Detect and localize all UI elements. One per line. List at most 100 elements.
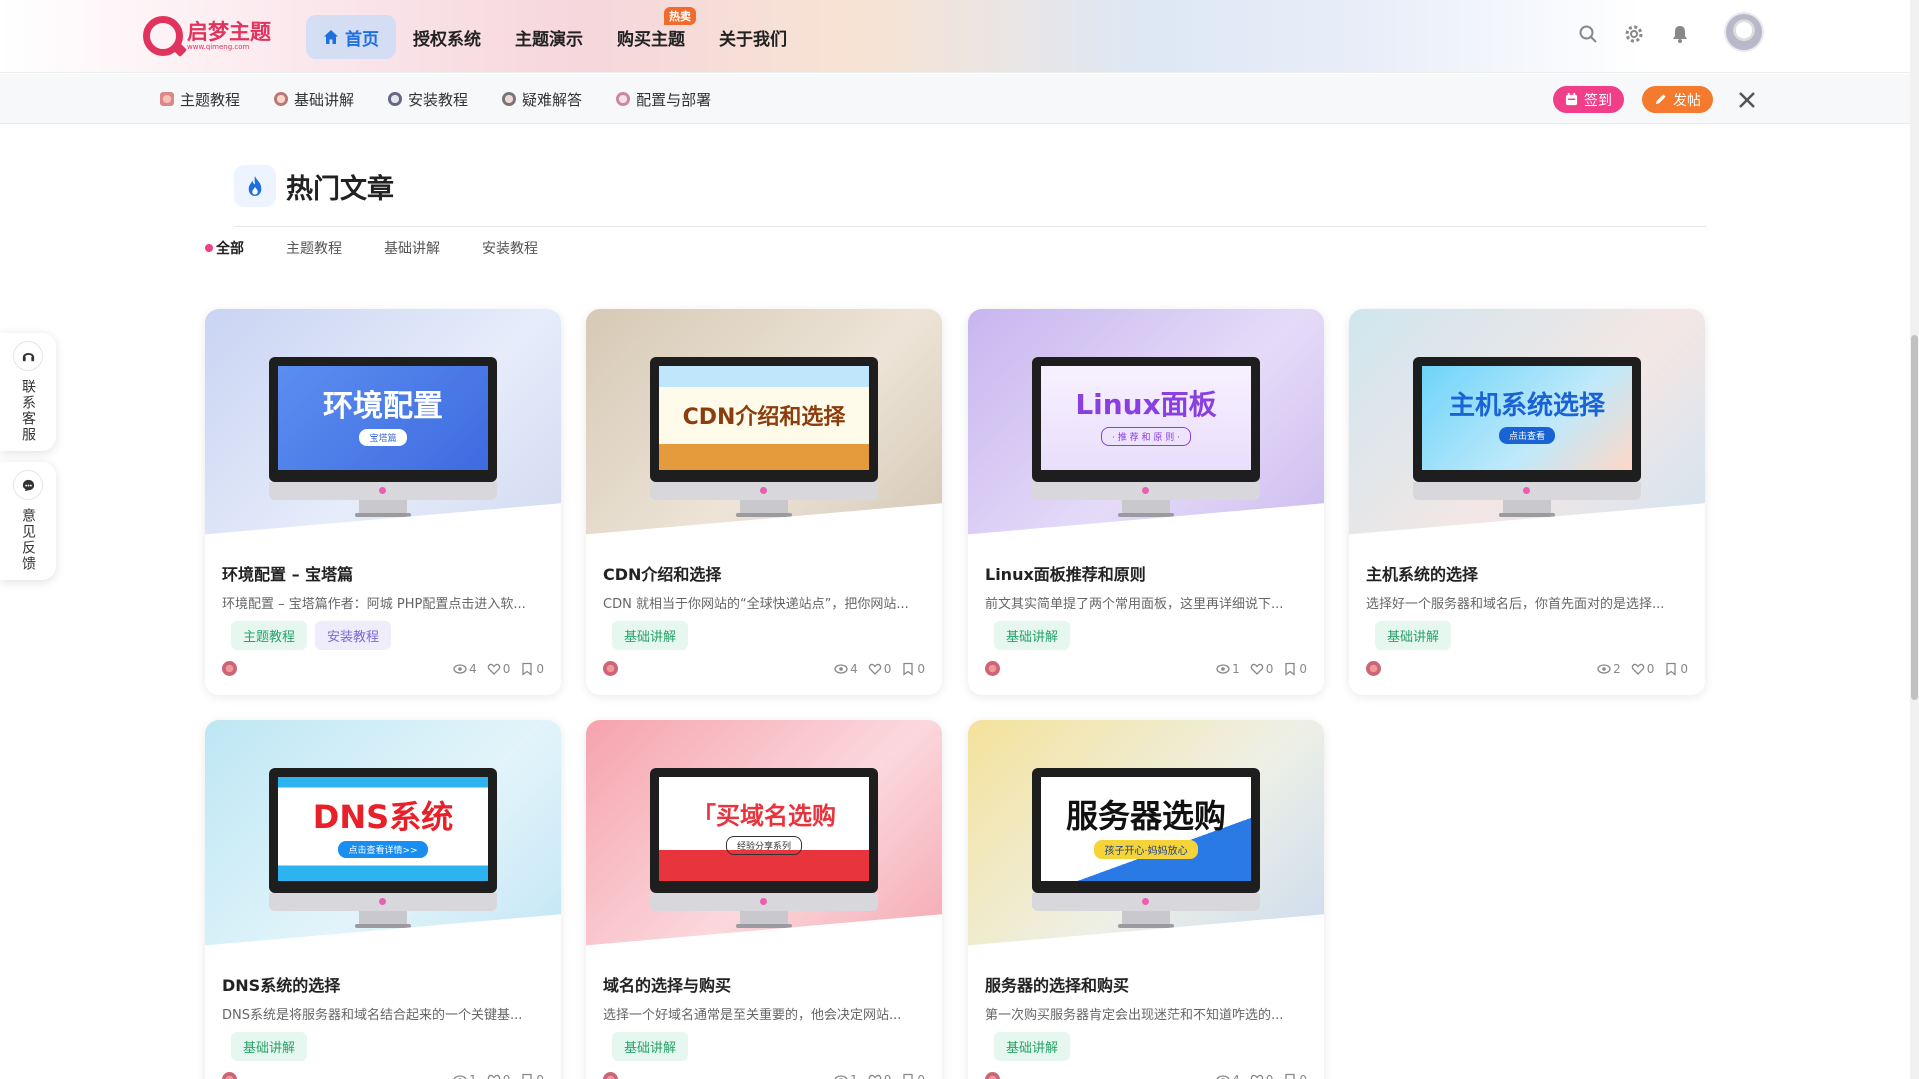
monitor-image: CDN介绍和选择 [650,357,878,482]
heart-icon[interactable] [868,662,882,676]
monitor-image: Linux面板 · 推 荐 和 原 则 · [1032,357,1260,482]
view-count: 1 [469,1073,477,1079]
bookmark-icon[interactable] [1283,1073,1297,1079]
like-count: 0 [883,661,892,676]
article-card[interactable]: 环境配置 宝塔篇 环境配置 – 宝塔篇 环境配置 – 宝塔篇作者：阿城 PHP配… [205,309,561,695]
nav-item-home[interactable]: 首页 [306,15,396,59]
filter-theme-tutorial[interactable]: 主题教程 [286,238,342,258]
close-icon[interactable] [1735,88,1759,112]
monitor-stand [1503,500,1551,514]
bookmark-icon[interactable] [520,1073,534,1079]
author-avatar[interactable] [603,1072,618,1079]
post-button[interactable]: 发帖 [1642,86,1713,113]
author-avatar[interactable] [222,661,237,676]
monitor-stand [359,500,407,514]
card-excerpt: 环境配置 – 宝塔篇作者：阿城 PHP配置点击进入软... [222,597,526,612]
card-thumbnail[interactable]: 「买域名选购 经验分享系列 [586,720,942,1037]
monitor-stand [740,911,788,925]
home-icon [324,30,338,44]
card-title[interactable]: DNS系统的选择 [222,972,544,996]
nav-item-demo[interactable]: 主题演示 [498,15,600,59]
subnav-label: 安装教程 [408,90,469,109]
bookmark-icon[interactable] [1664,662,1678,676]
tag-link[interactable]: 主题教程 [231,621,308,650]
tag-link[interactable]: 基础讲解 [612,621,689,650]
heart-icon[interactable] [1631,662,1645,676]
card-title[interactable]: CDN介绍和选择 [603,561,925,585]
view-count: 4 [850,661,858,676]
author-avatar[interactable] [985,661,1000,676]
view-count: 1 [1232,661,1240,676]
bookmark-icon[interactable] [901,662,915,676]
user-avatar[interactable] [1724,12,1764,52]
logo-mark-icon [143,16,183,56]
card-thumbnail[interactable]: CDN介绍和选择 [586,309,942,626]
filter-install[interactable]: 安装教程 [482,238,538,258]
card-title[interactable]: 服务器的选择和购买 [985,972,1307,996]
author-avatar[interactable] [603,661,618,676]
filter-basics[interactable]: 基础讲解 [384,238,440,258]
article-card[interactable]: Linux面板 · 推 荐 和 原 则 · Linux面板推荐和原则 前文其实简… [968,309,1324,695]
card-thumbnail[interactable]: 主机系统选择 点击查看 [1349,309,1705,626]
card-title[interactable]: Linux面板推荐和原则 [985,561,1307,585]
heart-icon[interactable] [1250,662,1264,676]
author-avatar[interactable] [222,1072,237,1079]
tag-link[interactable]: 基础讲解 [1375,621,1452,650]
nav-label: 购买主题 [617,29,685,50]
heart-icon[interactable] [868,1073,882,1079]
bookmark-icon[interactable] [901,1073,915,1079]
like-count: 0 [502,661,511,676]
card-title[interactable]: 主机系统的选择 [1366,561,1688,585]
tag-link[interactable]: 基础讲解 [994,621,1071,650]
article-card[interactable]: 服务器选购 孩子开心·妈妈放心 服务器的选择和购买 第一次购买服务器肯定会出现迷… [968,720,1324,1079]
card-thumbnail[interactable]: 环境配置 宝塔篇 [205,309,561,626]
subnav-item-faq[interactable]: 疑难解答 [502,89,582,110]
article-card[interactable]: 「买域名选购 经验分享系列 域名的选择与购买 选择一个好域名通常是至关重要的，他… [586,720,942,1079]
subnav-label: 配置与部署 [636,90,712,109]
feedback-float[interactable]: 意见反馈 [0,462,56,580]
bell-icon[interactable] [1670,24,1690,44]
card-title[interactable]: 域名的选择与购买 [603,972,925,996]
bookmark-icon[interactable] [1283,662,1297,676]
monitor-image: DNS系统 点击查看详情>> [269,768,497,893]
tag-link[interactable]: 安装教程 [315,621,392,650]
card-thumbnail[interactable]: 服务器选购 孩子开心·妈妈放心 [968,720,1324,1037]
site-logo[interactable]: 启梦主题 www.qimeng.com [143,16,271,56]
like-count: 0 [884,1073,892,1079]
heart-icon[interactable] [487,662,501,676]
page-scrollbar-thumb[interactable] [1911,335,1918,700]
author-avatar[interactable] [985,1072,1000,1079]
card-thumbnail[interactable]: Linux面板 · 推 荐 和 原 则 · [968,309,1324,626]
subnav-item-install[interactable]: 安装教程 [388,89,468,110]
nav-item-license[interactable]: 授权系统 [396,15,498,59]
heart-icon[interactable] [1250,1073,1264,1079]
article-card[interactable]: 主机系统选择 点击查看 主机系统的选择 选择好一个服务器和域名后，你首先面对的是… [1349,309,1705,695]
card-thumbnail[interactable]: DNS系统 点击查看详情>> [205,720,561,1037]
heart-icon[interactable] [487,1073,501,1079]
tag-link[interactable]: 基础讲解 [994,1032,1071,1061]
eye-icon [453,663,467,674]
tag-link[interactable]: 基础讲解 [612,1032,689,1061]
nav-label: 授权系统 [413,29,481,50]
sign-in-button[interactable]: 签到 [1553,86,1624,113]
screen-title: DNS系统 [312,797,454,836]
subnav-item-theme-tutorial[interactable]: 主题教程 [160,89,240,110]
settings-icon[interactable] [1624,24,1644,44]
nav-item-about[interactable]: 关于我们 [702,15,804,59]
tag-link[interactable]: 基础讲解 [231,1032,308,1061]
search-icon[interactable] [1578,24,1598,44]
contact-service-float[interactable]: 联系客服 [0,333,56,451]
nav-item-buy[interactable]: 购买主题 热卖 [600,7,702,59]
subnav-item-deploy[interactable]: 配置与部署 [616,89,711,110]
article-card[interactable]: CDN介绍和选择 CDN介绍和选择 CDN 就相当于你网站的“全球快递站点”，把… [586,309,942,695]
screen-subtitle: 宝塔篇 [359,429,407,446]
monitor-image: 环境配置 宝塔篇 [269,357,497,482]
subnav-item-basics[interactable]: 基础讲解 [274,89,354,110]
bookmark-icon[interactable] [520,662,534,676]
screen-title: 「买域名选购 [692,802,836,831]
monitor-chin [1032,482,1260,500]
article-card[interactable]: DNS系统 点击查看详情>> DNS系统的选择 DNS系统是将服务器和域名结合起… [205,720,561,1079]
filter-all[interactable]: 全部 [205,238,244,258]
author-avatar[interactable] [1366,661,1381,676]
card-title[interactable]: 环境配置 – 宝塔篇 [222,561,544,585]
